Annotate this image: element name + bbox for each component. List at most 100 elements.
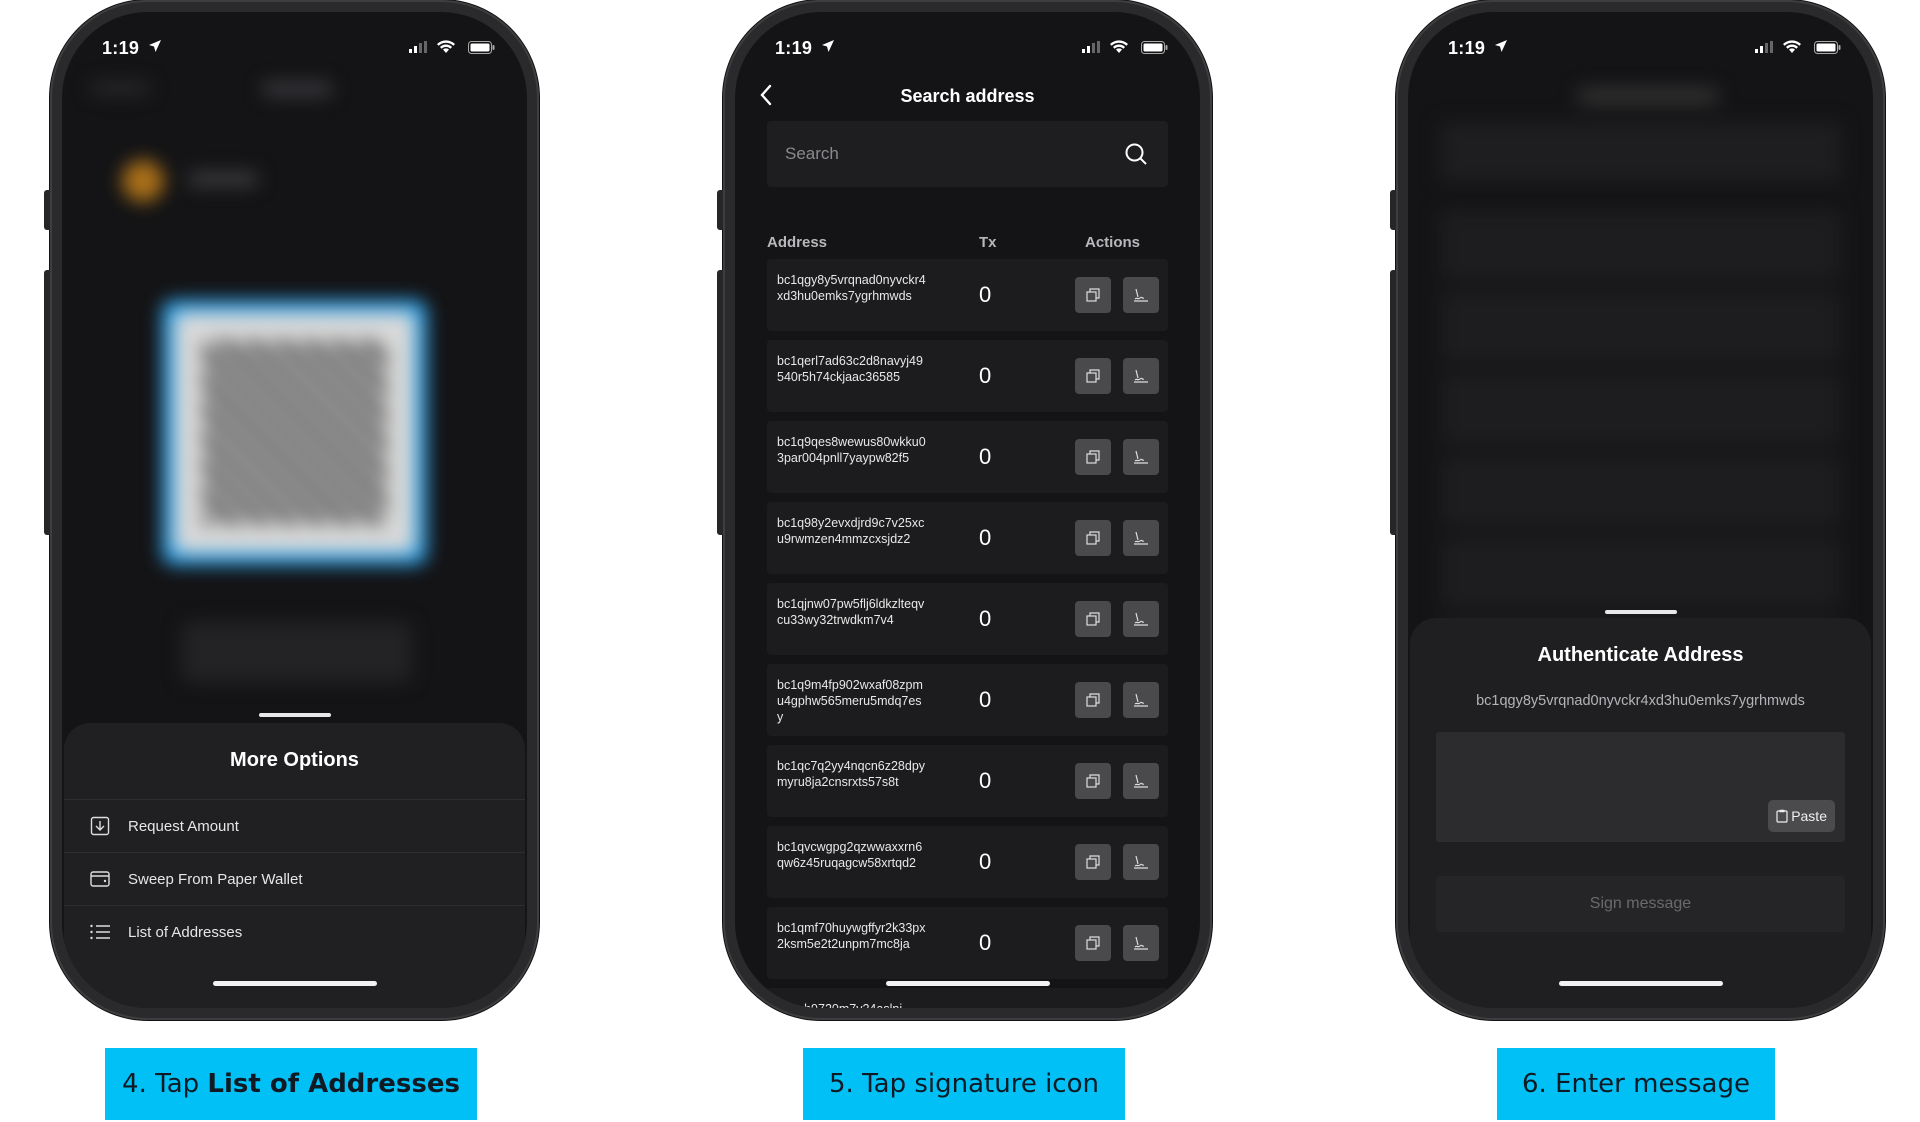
copy-icon	[1086, 774, 1100, 788]
address-text: bc1qgy8y5vrqnad0nyvckr4xd3hu0emks7ygrhmw…	[1476, 693, 1805, 709]
sign-button[interactable]	[1123, 925, 1159, 961]
caption-text: 6. Enter message	[1522, 1069, 1750, 1099]
address-table: bc1qgy8y5vrqnad0nyvckr4xd3hu0emks7ygrhmw…	[767, 259, 1168, 1008]
wifi-icon	[1110, 40, 1128, 53]
copy-button[interactable]	[1075, 844, 1111, 880]
address-text: bc1qmf70huywgffyr2k33px2ksm5e2t2unpm7mc8…	[777, 921, 926, 951]
option-label: Sweep From Paper Wallet	[128, 870, 303, 888]
tx-count: 0	[979, 930, 992, 955]
address-text: bc1qh9720m7v24aslni	[777, 1001, 927, 1008]
copy-icon	[1086, 288, 1100, 302]
status-bar: 1:19	[1408, 34, 1873, 62]
signature-icon	[1134, 450, 1148, 464]
copy-icon	[1086, 936, 1100, 950]
copy-icon	[1086, 531, 1100, 545]
sign-button[interactable]	[1123, 763, 1159, 799]
caption-bold: List of Addresses	[207, 1069, 460, 1099]
location-arrow-icon	[822, 40, 834, 52]
search-input[interactable]	[767, 121, 1127, 187]
table-row: bc1q9m4fp902wxaf08zpmu4gphw565meru5mdq7e…	[767, 664, 1168, 736]
sign-message-button[interactable]: Sign message	[1436, 876, 1845, 932]
sign-button[interactable]	[1123, 520, 1159, 556]
location-arrow-icon	[149, 40, 161, 52]
signature-icon	[1134, 369, 1148, 383]
signature-icon	[1134, 288, 1148, 302]
sheet-grab-handle[interactable]	[1604, 610, 1677, 614]
battery-icon	[468, 41, 495, 54]
battery-icon	[1141, 41, 1168, 54]
tx-count: 0	[979, 768, 992, 793]
wallet-icon	[90, 869, 110, 889]
option-label: Request Amount	[128, 817, 239, 835]
option-list-of-addresses[interactable]: List of Addresses	[64, 905, 525, 958]
tx-count: 0	[979, 282, 992, 307]
address-text: bc1qvcwgpg2qzwwaxxrn6qw6z45ruqagcw58xrtq…	[777, 840, 923, 870]
column-header-tx: Tx	[979, 234, 997, 251]
cellular-signal-icon	[1755, 41, 1773, 53]
authenticate-sheet: Authenticate Address bc1qgy8y5vrqnad0nyv…	[1410, 610, 1871, 1008]
paste-button[interactable]: Paste	[1768, 800, 1835, 832]
signature-icon	[1134, 612, 1148, 626]
copy-button[interactable]	[1075, 925, 1111, 961]
phone-frame-1: 1:19 More Options Request Amount Sweep F…	[44, 0, 539, 1020]
address-text: bc1qc7q2yy4nqcn6z28dpymyru8ja2cnsrxts57s…	[777, 759, 926, 789]
caption-text: 5. Tap signature icon	[829, 1069, 1099, 1099]
caption-step-5: 5. Tap signature icon	[803, 1048, 1125, 1120]
sign-button[interactable]	[1123, 601, 1159, 637]
copy-button[interactable]	[1075, 682, 1111, 718]
search-icon[interactable]	[1124, 142, 1148, 166]
home-indicator[interactable]	[212, 981, 377, 986]
sign-button[interactable]	[1123, 358, 1159, 394]
copy-icon	[1086, 450, 1100, 464]
paste-label: Paste	[1791, 808, 1827, 824]
phone-screen-3: 1:19 Authenticate Address bc1qgy8y5vrqna…	[1408, 12, 1873, 1008]
download-icon	[90, 816, 110, 836]
phone-frame-3: 1:19 Authenticate Address bc1qgy8y5vrqna…	[1390, 0, 1885, 1020]
copy-icon	[1086, 693, 1100, 707]
option-sweep-paper-wallet[interactable]: Sweep From Paper Wallet	[64, 852, 525, 905]
tx-count: 0	[979, 687, 992, 712]
copy-button[interactable]	[1075, 601, 1111, 637]
copy-button[interactable]	[1075, 358, 1111, 394]
address-text: bc1q9qes8wewus80wkku03par004pnll7yaypw82…	[777, 435, 926, 465]
table-row: bc1q98y2evxdjrd9c7v25xcu9rwmzen4mmzcxsjd…	[767, 502, 1168, 574]
tx-count: 0	[979, 849, 992, 874]
table-row: bc1qvcwgpg2qzwwaxxrn6qw6z45ruqagcw58xrtq…	[767, 826, 1168, 898]
table-header: Address Tx Actions	[767, 234, 1168, 254]
status-time: 1:19	[1448, 38, 1486, 58]
copy-icon	[1086, 612, 1100, 626]
home-indicator[interactable]	[885, 981, 1050, 986]
copy-button[interactable]	[1075, 277, 1111, 313]
column-header-actions: Actions	[1085, 234, 1141, 251]
copy-button[interactable]	[1075, 439, 1111, 475]
phone-screen-2: 1:19 Search address Address Tx Actions b…	[735, 12, 1200, 1008]
more-options-sheet: More Options Request Amount Sweep From P…	[64, 713, 525, 1008]
phone-screen-1: 1:19 More Options Request Amount Sweep F…	[62, 12, 527, 1008]
signature-icon	[1134, 531, 1148, 545]
sign-button[interactable]	[1123, 844, 1159, 880]
copy-button[interactable]	[1075, 520, 1111, 556]
sign-button[interactable]	[1123, 439, 1159, 475]
search-field	[767, 121, 1168, 187]
sign-button[interactable]	[1123, 682, 1159, 718]
address-text: bc1qerl7ad63c2d8navyj49540r5h74ckjaac365…	[777, 354, 923, 384]
address-text: bc1qjnw07pw5flj6ldkzlteqvcu33wy32trwdkm7…	[777, 597, 925, 627]
sheet-grab-handle[interactable]	[258, 713, 331, 717]
copy-button[interactable]	[1075, 763, 1111, 799]
address-text: bc1qgy8y5vrqnad0nyvckr4xd3hu0emks7ygrhmw…	[777, 273, 926, 303]
home-indicator[interactable]	[1558, 981, 1723, 986]
copy-icon	[1086, 369, 1100, 383]
table-row: bc1qmf70huywgffyr2k33px2ksm5e2t2unpm7mc8…	[767, 907, 1168, 979]
table-row-partial: bc1qh9720m7v24aslni	[767, 988, 1168, 1008]
tx-count: 0	[979, 444, 992, 469]
option-label: List of Addresses	[128, 923, 243, 941]
table-row: bc1qgy8y5vrqnad0nyvckr4xd3hu0emks7ygrhmw…	[767, 259, 1168, 331]
table-row: bc1q9qes8wewus80wkku03par004pnll7yaypw82…	[767, 421, 1168, 493]
caption-step-4: 4. Tap List of Addresses	[105, 1048, 477, 1120]
sign-button[interactable]	[1123, 277, 1159, 313]
copy-icon	[1086, 855, 1100, 869]
phone-frame-2: 1:19 Search address Address Tx Actions b…	[717, 0, 1212, 1020]
signature-icon	[1134, 936, 1148, 950]
wifi-icon	[1783, 40, 1801, 53]
option-request-amount[interactable]: Request Amount	[64, 799, 525, 852]
